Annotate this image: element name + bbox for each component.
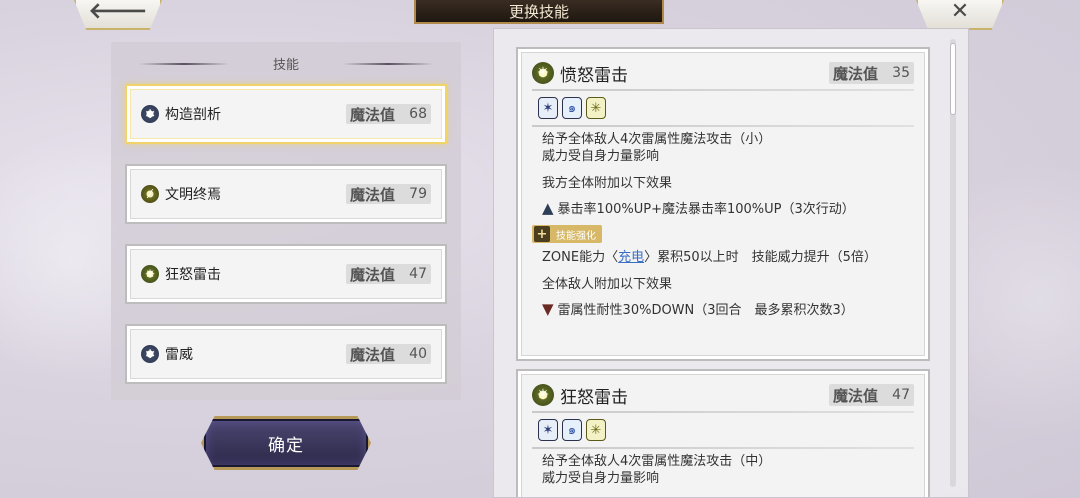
ally-effect-title: 我方全体附加以下效果 bbox=[542, 176, 673, 191]
skill-name: 文明终焉 bbox=[165, 187, 221, 203]
enemy-effect-title: 全体敌人附加以下效果 bbox=[542, 277, 673, 292]
mp-cost: 魔法值 47 bbox=[345, 264, 431, 284]
back-arrow-icon: 🡐 bbox=[88, 0, 148, 24]
close-icon: ✕ bbox=[950, 0, 970, 24]
all-target-icon: ✶ bbox=[538, 419, 558, 441]
card-header: ✳ 狂怒雷击 魔法值 47 bbox=[532, 383, 914, 408]
mp-cost: 魔法值 68 bbox=[345, 104, 431, 124]
mp-cost: 魔法值 79 bbox=[345, 184, 431, 204]
skill-badges: ✶ ๑ ✳ bbox=[538, 417, 914, 443]
thunder-icon: ✳ bbox=[532, 384, 554, 406]
skill-name: 构造剖析 bbox=[165, 107, 221, 123]
thunder-element-icon: ✳ bbox=[586, 97, 606, 119]
skill-list-header: 技能 bbox=[139, 54, 433, 73]
skill-detail-panel[interactable]: ✳ 愤怒雷击 魔法值 35 ✶ ๑ ✳ 给予全体敌人4次雷属性魔法攻击（小） 威… bbox=[493, 28, 969, 498]
skill-list-panel: 技能 ✲ 构造剖析 魔法值 68 ⁄ 文明终焉 魔法值 79 ✳ 狂怒雷击 魔法… bbox=[111, 42, 461, 400]
thunder-icon: ✳ bbox=[141, 265, 159, 283]
card-title: 狂怒雷击 bbox=[560, 387, 628, 408]
divider bbox=[532, 411, 914, 413]
magic-attack-icon: ๑ bbox=[562, 419, 582, 441]
ally-effect: ▲ 暴击率100%UP+魔法暴击率100%UP（3次行动） bbox=[542, 198, 855, 218]
divider bbox=[532, 125, 914, 127]
arrow-up-icon: ▲ bbox=[542, 198, 554, 217]
gear-icon: ✲ bbox=[141, 105, 159, 123]
leaf-icon: ⁄ bbox=[141, 185, 159, 203]
skill-detail-card: ✳ 狂怒雷击 魔法值 47 ✶ ๑ ✳ 给予全体敌人4次雷属性魔法攻击（中） 威… bbox=[516, 369, 930, 497]
thunder-element-icon: ✳ bbox=[586, 419, 606, 441]
divider bbox=[532, 447, 914, 449]
skill-description: 给予全体敌人4次雷属性魔法攻击（小） 威力受自身力量影响 bbox=[542, 132, 772, 164]
page-title: 更换技能 bbox=[414, 0, 664, 24]
skill-name: 狂怒雷击 bbox=[165, 267, 221, 283]
back-button[interactable]: 🡐 bbox=[74, 0, 162, 30]
gear-icon: ✲ bbox=[141, 345, 159, 363]
divider bbox=[532, 89, 914, 91]
thunder-icon: ✳ bbox=[532, 62, 554, 84]
skill-badges: ✶ ๑ ✳ bbox=[538, 95, 914, 121]
enhance-tag: + 技能强化 bbox=[532, 225, 602, 243]
card-title: 愤怒雷击 bbox=[560, 65, 628, 86]
card-header: ✳ 愤怒雷击 魔法值 35 bbox=[532, 61, 914, 86]
close-button[interactable]: ✕ bbox=[916, 0, 1004, 30]
zone-ability: ZONE能力〈充电〉累积50以上时 技能威力提升（5倍） bbox=[542, 250, 877, 265]
mp-cost: 魔法值 47 bbox=[828, 384, 914, 406]
skill-name: 雷威 bbox=[165, 347, 193, 363]
skill-slot-4[interactable]: ✲ 雷威 魔法值 40 bbox=[125, 324, 447, 384]
skill-description: 给予全体敌人4次雷属性魔法攻击（中） 威力受自身力量影响 bbox=[542, 454, 772, 486]
enemy-effect: ▼ 雷属性耐性30%DOWN（3回合 最多累积次数3） bbox=[542, 299, 854, 319]
all-target-icon: ✶ bbox=[538, 97, 558, 119]
mp-cost: 魔法值 40 bbox=[345, 344, 431, 364]
confirm-button[interactable]: 确定 bbox=[201, 416, 371, 470]
skill-slot-1[interactable]: ✲ 构造剖析 魔法值 68 bbox=[125, 84, 447, 144]
skill-slot-2[interactable]: ⁄ 文明终焉 魔法值 79 bbox=[125, 164, 447, 224]
scrollbar-thumb[interactable] bbox=[950, 43, 956, 115]
mp-cost: 魔法值 35 bbox=[828, 62, 914, 84]
skill-detail-card: ✳ 愤怒雷击 魔法值 35 ✶ ๑ ✳ 给予全体敌人4次雷属性魔法攻击（小） 威… bbox=[516, 47, 930, 361]
plus-icon: + bbox=[534, 226, 550, 242]
magic-attack-icon: ๑ bbox=[562, 97, 582, 119]
skill-slot-3[interactable]: ✳ 狂怒雷击 魔法值 47 bbox=[125, 244, 447, 304]
arrow-down-icon: ▼ bbox=[542, 299, 554, 318]
charge-link[interactable]: 充电 bbox=[618, 250, 644, 265]
